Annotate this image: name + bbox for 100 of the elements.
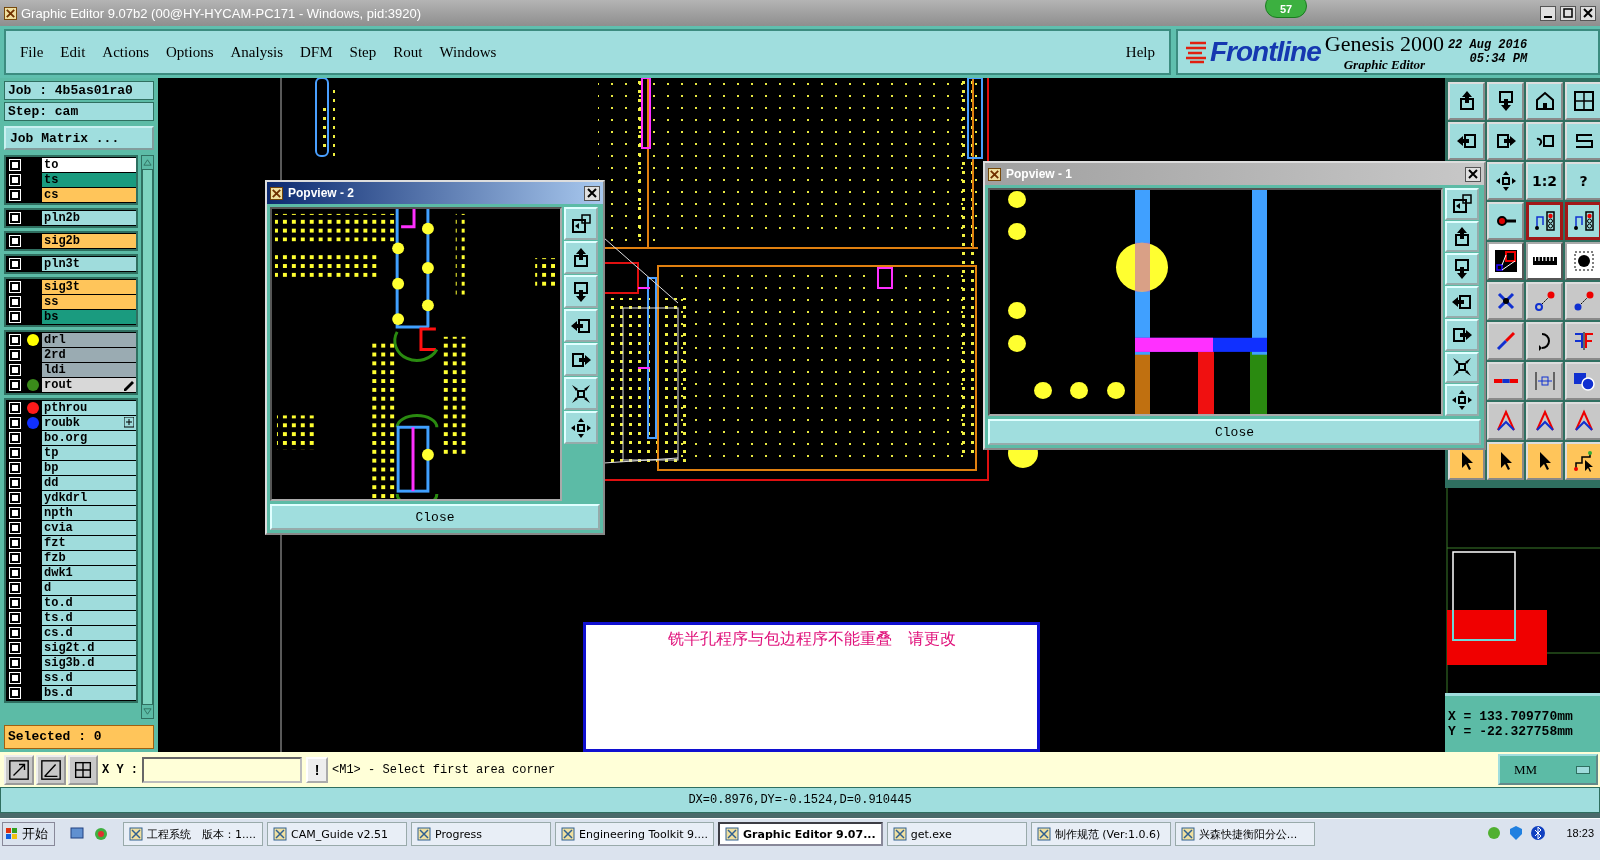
close-button[interactable]: Close [988,419,1481,445]
layer-button[interactable]: ts [42,173,136,187]
menu-item[interactable]: DFM [300,43,333,61]
taskbar-button[interactable]: Graphic Editor 9.07... [718,822,883,846]
menu-item[interactable]: Help [1125,43,1155,61]
tool-button[interactable] [1565,242,1600,280]
menu-item[interactable]: File [20,43,44,61]
tool-button[interactable] [1565,202,1600,240]
layer-button[interactable]: ldi [42,363,136,377]
layer-button[interactable]: bs.d [42,686,136,700]
taskbar-button[interactable]: 制作规范 (Ver:1.0.6) [1030,822,1171,846]
view-button[interactable] [1445,188,1479,220]
layer-button[interactable]: fzt [42,536,136,550]
taskbar-button[interactable]: Progress [411,822,551,846]
view-button[interactable] [564,343,598,376]
layer-checkbox[interactable] [10,523,20,533]
shield-icon[interactable] [1508,825,1525,841]
layer-checkbox[interactable] [10,538,20,548]
taskbar-button[interactable]: 工程系统 版本：1.... [123,822,263,846]
tool-button[interactable]: 1:2 [1526,162,1563,200]
start-button[interactable]: 开始 [2,822,55,846]
taskbar-button[interactable]: 兴森快捷衡阳分公... [1174,822,1315,846]
layer-checkbox[interactable] [10,403,20,413]
layer-checkbox[interactable] [10,628,20,638]
layer-checkbox[interactable] [10,643,20,653]
taskbar-button[interactable]: CAM_Guide v2.51 [267,822,407,846]
menu-item[interactable]: Rout [393,43,423,61]
view-button[interactable] [564,241,598,274]
close-button[interactable] [1580,5,1596,21]
close-button[interactable] [1465,166,1481,182]
layer-checkbox[interactable] [10,613,20,623]
xy-input-field[interactable] [142,756,302,783]
view-button[interactable] [1445,253,1479,286]
layer-checkbox[interactable] [10,493,20,503]
maximize-button[interactable] [1560,5,1576,21]
view-button[interactable] [1445,351,1479,384]
bluetooth-icon[interactable] [1530,825,1547,841]
taskbar-button[interactable]: get.exe [886,822,1027,846]
layer-button[interactable]: to [42,158,136,172]
layer-checkbox[interactable] [10,433,20,443]
menu-item[interactable]: Step [349,43,377,61]
view-button[interactable] [564,309,598,342]
layer-checkbox[interactable] [10,583,20,593]
layer-checkbox[interactable] [10,259,20,269]
menu-item[interactable]: Edit [60,43,86,61]
layer-button[interactable]: dd [42,476,136,490]
layer-checkbox[interactable] [10,418,20,428]
layer-checkbox[interactable] [10,297,20,307]
view-button[interactable] [564,275,598,308]
layer-button[interactable]: npth [42,506,136,520]
layer-button[interactable]: pthrou [42,401,136,415]
tool-button[interactable] [1526,242,1563,280]
close-button[interactable] [584,185,600,201]
layer-button[interactable]: dwk1 [42,566,136,580]
layer-button[interactable]: rout [42,378,136,392]
layer-checkbox[interactable] [10,658,20,668]
job-matrix-button[interactable]: Job Matrix ... [4,126,154,150]
layer-checkbox[interactable] [10,160,20,170]
layer-button[interactable]: cs [42,188,136,202]
taskbar-button[interactable]: Engineering Toolkit 9.... [555,822,715,846]
browser-icon[interactable] [93,826,109,842]
layer-checkbox[interactable] [10,190,20,200]
layer-checkbox[interactable] [10,508,20,518]
layer-checkbox[interactable] [10,568,20,578]
menu-item[interactable]: Options [166,43,214,61]
layer-button[interactable]: tp [42,446,136,460]
layer-checkbox[interactable] [10,448,20,458]
layer-button[interactable]: cvia [42,521,136,535]
layer-checkbox[interactable] [10,478,20,488]
menu-item[interactable]: Actions [102,43,149,61]
layer-checkbox[interactable] [10,350,20,360]
layer-button[interactable]: sig2t.d [42,641,136,655]
layer-checkbox[interactable] [10,598,20,608]
minimize-button[interactable] [1540,5,1556,21]
view-button[interactable] [1445,384,1479,417]
tool-button[interactable] [1487,242,1524,280]
layer-button[interactable]: pln2b [42,211,136,225]
layer-button[interactable]: bp [42,461,136,475]
tool-button[interactable]: ? [1565,162,1600,200]
layer-button[interactable]: d [42,581,136,595]
layer-button[interactable]: drl [42,333,136,347]
layer-checkbox[interactable] [10,673,20,683]
layer-checkbox[interactable] [10,175,20,185]
layer-checkbox[interactable] [10,213,20,223]
scroll-thumb[interactable] [142,169,153,705]
layer-checkbox[interactable] [10,688,20,698]
layer-button[interactable]: bo.org [42,431,136,445]
layer-button[interactable]: pln3t [42,257,136,271]
layer-button[interactable]: cs.d [42,626,136,640]
view-button[interactable] [1445,220,1479,253]
layer-button[interactable]: bs [42,310,136,324]
exclamation-button[interactable]: ! [306,756,328,783]
menu-item[interactable]: Windows [439,43,497,61]
layer-checkbox[interactable] [10,380,20,390]
view-button[interactable] [1445,286,1479,318]
desktop-icon[interactable] [69,826,85,842]
layer-checkbox[interactable] [10,335,20,345]
layer-button[interactable]: sig2b [42,234,136,248]
layer-button[interactable]: fzb [42,551,136,565]
layer-button[interactable]: ts.d [42,611,136,625]
